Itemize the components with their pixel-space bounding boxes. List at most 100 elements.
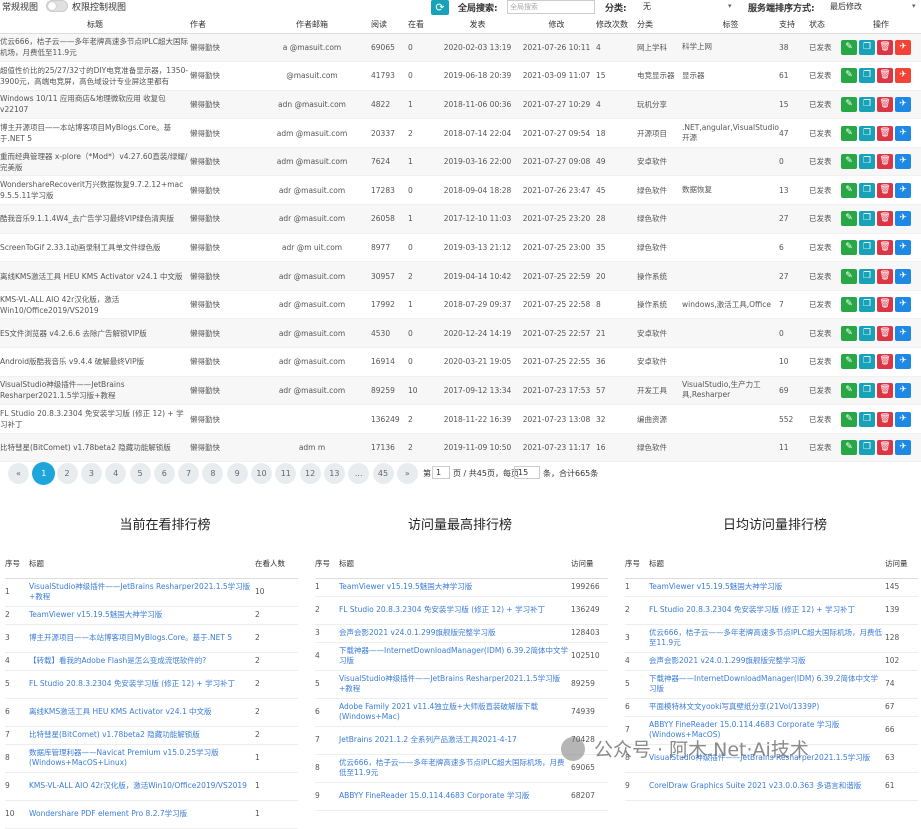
edit-button[interactable]: ✎ xyxy=(841,440,857,456)
edit-button[interactable]: ✎ xyxy=(841,125,857,141)
pin-button[interactable]: ✈ xyxy=(895,354,911,370)
delete-button[interactable]: 🗑 xyxy=(877,39,893,55)
delete-button[interactable]: 🗑 xyxy=(877,211,893,227)
row-title[interactable]: 超值性价比的25/27/32寸的DIY电竞准备显示器，1350-3900元，高端… xyxy=(0,61,190,91)
rank-link[interactable]: 会声会影2021 v24.0.1.299旗舰版完整学习版 xyxy=(649,652,885,671)
pin-button[interactable]: ✈ xyxy=(895,96,911,112)
row-author[interactable]: 懒得勤快 xyxy=(190,33,253,63)
row-title[interactable]: 重而经典管理器 x-plore（*Mod*）v4.27.60直装/绿耀/完美版 xyxy=(0,147,190,177)
rank-link[interactable]: 下载神器——InternetDownloadManager(IDM) 6.39.… xyxy=(339,642,571,671)
row-title[interactable]: Android版酷我音乐 v9.4.4 破解最终VIP版 xyxy=(0,347,190,377)
col-status[interactable]: 状态 xyxy=(809,16,841,34)
delete-button[interactable]: 🗑 xyxy=(877,382,893,398)
edit-button[interactable]: ✎ xyxy=(841,154,857,170)
row-title[interactable]: WondershareRecoverit万兴数据恢复9.7.2.12+mac 9… xyxy=(0,175,190,206)
copy-button[interactable]: ❐ xyxy=(859,354,875,370)
row-title[interactable]: 离线KMS激活工具 HEU KMS Activator v24.1 中文版 xyxy=(0,261,190,291)
edit-button[interactable]: ✎ xyxy=(841,411,857,427)
copy-button[interactable]: ❐ xyxy=(859,382,875,398)
rank-link[interactable]: CorelDraw Graphics Suite 2021 v23.0.0.36… xyxy=(649,772,885,801)
pin-button[interactable]: ✈ xyxy=(895,268,911,284)
row-author[interactable]: 懒得勤快 xyxy=(190,204,253,234)
page-button[interactable]: 5 xyxy=(129,463,151,484)
page-button[interactable]: 45 xyxy=(372,463,394,484)
pin-button[interactable]: ✈ xyxy=(895,182,911,198)
prev-page-button[interactable]: « xyxy=(8,463,29,484)
row-title[interactable]: ES文件浏览器 v4.2.6.6 去除广告解锁VIP版 xyxy=(0,318,190,349)
page-button[interactable]: 6 xyxy=(153,463,175,484)
rank-link[interactable]: TeamViewer v15.19.5魅国大神学习版 xyxy=(29,606,255,625)
col-support[interactable]: 支持 xyxy=(779,16,809,34)
delete-button[interactable]: 🗑 xyxy=(877,325,893,341)
edit-button[interactable]: ✎ xyxy=(841,382,857,398)
rank-link[interactable]: 离线KMS激活工具 HEU KMS Activator v24.1 中文版 xyxy=(29,698,255,727)
edit-button[interactable]: ✎ xyxy=(841,182,857,198)
col-published[interactable]: 发表 xyxy=(438,16,517,34)
col-tags[interactable]: 标签 xyxy=(682,16,779,34)
col-watching[interactable]: 在看 xyxy=(408,16,438,34)
global-search-input[interactable]: 全局搜索 xyxy=(507,0,595,14)
rank-link[interactable]: Adobe Family 2021 v11.4独立版+大师版直装破解版下载(Wi… xyxy=(339,698,571,727)
pin-button[interactable]: ✈ xyxy=(895,325,911,341)
delete-button[interactable]: 🗑 xyxy=(877,96,893,112)
copy-button[interactable]: ❐ xyxy=(859,440,875,456)
view-toggle[interactable] xyxy=(46,0,68,12)
pin-button[interactable]: ✈ xyxy=(895,211,911,227)
rank-link[interactable]: TeamViewer v15.19.5魅国大神学习版 xyxy=(339,578,571,597)
col-reads[interactable]: 阅读 xyxy=(371,16,408,34)
rank-link[interactable]: VisualStudio神级插件——JetBrains Resharper202… xyxy=(339,670,571,699)
rank-link[interactable]: ABBYY FineReader 15.0.114.4683 Corporate… xyxy=(339,782,571,811)
copy-button[interactable]: ❐ xyxy=(859,125,875,141)
copy-button[interactable]: ❐ xyxy=(859,411,875,427)
row-author[interactable]: 懒得勤快 xyxy=(190,175,253,206)
delete-button[interactable]: 🗑 xyxy=(877,268,893,284)
delete-button[interactable]: 🗑 xyxy=(877,68,893,84)
edit-button[interactable]: ✎ xyxy=(841,325,857,341)
row-title[interactable]: ScreenToGif 2.33.1动画录制工具单文件绿色版 xyxy=(0,233,190,263)
rank-link[interactable]: 【转载】看我的Adobe Flash是怎么变成流氓软件的? xyxy=(29,652,255,671)
copy-button[interactable]: ❐ xyxy=(859,325,875,341)
edit-button[interactable]: ✎ xyxy=(841,211,857,227)
row-title[interactable]: 比特彗星(BitComet) v1.78beta2 隐藏功能解锁版 xyxy=(0,433,190,463)
rank-link[interactable]: TeamViewer v15.19.5魅国大神学习版 xyxy=(649,578,885,597)
col-modified[interactable]: 修改 xyxy=(517,16,596,34)
row-author[interactable]: 懒得勤快 xyxy=(190,90,253,120)
row-author[interactable]: 懒得勤快 xyxy=(190,347,253,377)
rank-link[interactable]: 平面模特林文文yooki写真壁纸分享(21Vol/1339P) xyxy=(649,698,885,717)
row-title[interactable]: 博主开源项目——本站博客项目MyBlogs.Core。基于.NET 5 xyxy=(0,118,190,148)
edit-button[interactable]: ✎ xyxy=(841,268,857,284)
pin-button[interactable]: ✈ xyxy=(895,154,911,170)
rank-link[interactable]: 博主开源项目——本站博客项目MyBlogs.Core。基于.NET 5 xyxy=(29,624,255,653)
next-page-button[interactable]: » xyxy=(396,463,418,484)
page-button[interactable]: 10 xyxy=(251,463,272,484)
pin-button[interactable]: ✈ xyxy=(895,239,911,255)
copy-button[interactable]: ❐ xyxy=(859,154,875,170)
col-author[interactable]: 作者 xyxy=(190,16,253,34)
delete-button[interactable]: 🗑 xyxy=(877,182,893,198)
page-button[interactable]: 2 xyxy=(56,463,78,484)
edit-button[interactable]: ✎ xyxy=(841,297,857,313)
page-button[interactable]: ... xyxy=(348,463,370,484)
page-button[interactable]: 8 xyxy=(202,463,224,484)
page-button[interactable]: 1 xyxy=(32,462,56,485)
row-author[interactable]: 懒得勤快 xyxy=(190,376,253,406)
delete-button[interactable]: 🗑 xyxy=(877,411,893,427)
row-author[interactable]: 懒得勤快 xyxy=(190,233,253,263)
row-author[interactable]: 懒得勤快 xyxy=(190,404,253,434)
copy-button[interactable]: ❐ xyxy=(859,182,875,198)
rank-link[interactable]: FL Studio 20.8.3.2304 免安装学习版 (修正 12) + 学… xyxy=(29,670,255,699)
edit-button[interactable]: ✎ xyxy=(841,239,857,255)
offline-button[interactable]: ✈ xyxy=(895,39,911,55)
copy-button[interactable]: ❐ xyxy=(859,297,875,313)
rank-link[interactable]: KMS-VL-ALL AIO 42r汉化版，激活Win10/Office2019… xyxy=(29,772,255,801)
row-title[interactable]: 优云666，桔子云——多年老牌高速多节点IPLC超大国际机场，月费低至11.9元 xyxy=(0,33,190,63)
copy-button[interactable]: ❐ xyxy=(859,211,875,227)
edit-button[interactable]: ✎ xyxy=(841,68,857,84)
row-title[interactable]: KMS-VL-ALL AIO 42r汉化版，激活Win10/Office2019… xyxy=(0,290,190,320)
category-select[interactable]: 无 xyxy=(643,0,733,14)
col-email[interactable]: 作者邮箱 xyxy=(253,16,371,34)
rank-link[interactable]: 比特彗星(BitComet) v1.78beta2 隐藏功能解锁版 xyxy=(29,726,255,745)
rank-link[interactable]: Wondershare PDF element Pro 8.2.7学习版 xyxy=(29,800,255,829)
copy-button[interactable]: ❐ xyxy=(859,68,875,84)
delete-button[interactable]: 🗑 xyxy=(877,239,893,255)
